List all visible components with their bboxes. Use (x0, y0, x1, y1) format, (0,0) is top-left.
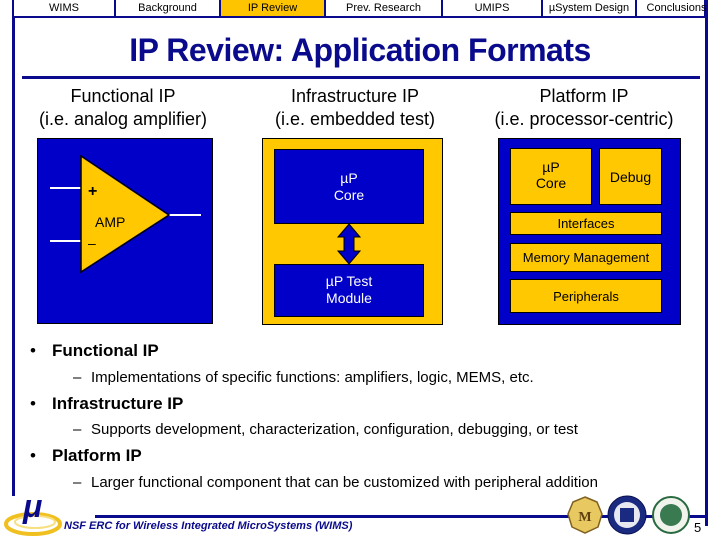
platform-ip-diagram: µP Core Debug Interfaces Memory Manageme… (498, 138, 681, 325)
up-core-line2: Core (333, 187, 365, 203)
sub-dash: – (73, 421, 82, 438)
peripherals-label: Peripherals (553, 289, 619, 304)
section-nav-bar: WIMS Background IP Review Prev. Research… (12, 0, 706, 18)
nav-tab-conclusions[interactable]: Conclusions (637, 0, 716, 16)
svg-text:M: M (578, 510, 591, 525)
sub-text: Implementations of specific functions: a… (91, 369, 534, 386)
sub-dash: – (73, 369, 82, 386)
column-heading-infrastructure: Infrastructure IP (i.e. embedded test) (235, 85, 475, 131)
up-core-block: µP Core (274, 149, 424, 224)
subheading: (i.e. embedded test) (274, 109, 436, 129)
heading: Functional IP (70, 86, 176, 106)
platform-core-line2: Core (535, 175, 567, 191)
wims-mu-glyph: μ (23, 488, 43, 524)
plus-sign: + (88, 183, 98, 200)
sub-text: Larger functional component that can be … (91, 474, 598, 491)
bullet-label: Functional IP (52, 341, 159, 360)
platform-core-line1: µP (542, 159, 560, 175)
heading: Platform IP (539, 86, 629, 106)
nav-tab-ip-review[interactable]: IP Review (221, 0, 326, 16)
frame-right-border (705, 0, 708, 526)
bullet-infrastructure-ip: • Infrastructure IP (30, 394, 183, 414)
michigan-state-seal-icon (652, 496, 690, 534)
slide-title: IP Review: Application Formats (129, 32, 591, 68)
interfaces-block: Interfaces (510, 212, 662, 235)
nav-tab-umips[interactable]: UMIPS (443, 0, 543, 16)
bullet-label: Platform IP (52, 446, 142, 465)
amp-label: AMP (95, 214, 126, 230)
memory-management-block: Memory Management (510, 243, 662, 272)
subheading: (i.e. analog amplifier) (38, 109, 208, 129)
heading: Infrastructure IP (290, 86, 420, 106)
nav-tab-usystem-design[interactable]: µSystem Design (543, 0, 637, 16)
bullet-label: Infrastructure IP (52, 394, 184, 413)
bullet-functional-ip: • Functional IP (30, 341, 159, 361)
up-core-line1: µP (340, 170, 358, 186)
title-divider (22, 76, 700, 79)
interfaces-label: Interfaces (557, 216, 615, 231)
test-module-line2: Module (326, 290, 372, 306)
nav-tab-wims[interactable]: WIMS (14, 0, 116, 16)
university-of-michigan-seal-icon: M (567, 496, 603, 534)
sub-dash: – (73, 474, 82, 491)
sub-bullet-functional-ip: – Implementations of specific functions: … (73, 369, 534, 386)
amplifier-icon (50, 154, 201, 274)
peripherals-block: Peripherals (510, 279, 662, 313)
nav-tab-prev-research[interactable]: Prev. Research (326, 0, 443, 16)
bidirectional-arrow-icon (337, 223, 361, 265)
debug-label: Debug (609, 169, 652, 185)
subheading: (i.e. processor-centric) (494, 109, 674, 129)
wims-logo: μ (3, 488, 67, 538)
bullet-platform-ip: • Platform IP (30, 446, 142, 466)
functional-ip-diagram: + AMP – (37, 138, 213, 324)
nav-tab-background[interactable]: Background (116, 0, 221, 16)
infrastructure-ip-diagram: µP Core µP Test Module (262, 138, 443, 325)
page-number: 5 (694, 520, 702, 535)
bullet-dot: • (30, 394, 36, 413)
bullet-dot: • (30, 341, 36, 360)
up-test-module-block: µP Test Module (274, 264, 424, 317)
memory-management-label: Memory Management (522, 250, 650, 265)
debug-block: Debug (599, 148, 662, 205)
sub-text: Supports development, characterization, … (91, 421, 578, 438)
michigan-tech-seal-icon (607, 494, 647, 536)
sub-bullet-infrastructure-ip: – Supports development, characterization,… (73, 421, 578, 438)
sub-bullet-platform-ip: – Larger functional component that can be… (73, 474, 598, 491)
column-heading-platform: Platform IP (i.e. processor-centric) (464, 85, 704, 131)
footer-text: NSF ERC for Wireless Integrated MicroSys… (64, 520, 353, 532)
bullet-dot: • (30, 446, 36, 465)
test-module-line1: µP Test (325, 273, 373, 289)
platform-up-core-block: µP Core (510, 148, 592, 205)
column-heading-functional: Functional IP (i.e. analog amplifier) (3, 85, 243, 131)
minus-sign: – (88, 235, 96, 251)
frame-left-border (12, 0, 15, 496)
